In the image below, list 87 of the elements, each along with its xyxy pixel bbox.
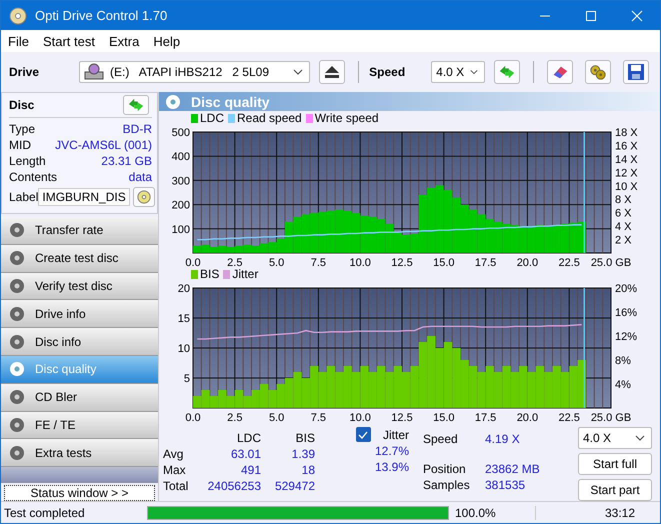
stat-value: 63.01	[230, 447, 261, 461]
info-label: Position	[423, 462, 467, 476]
axis-label: 10	[178, 343, 190, 355]
row-label: Max	[163, 463, 187, 477]
field-label: MID	[9, 138, 31, 152]
axis-label: 8%	[615, 355, 631, 367]
axis-label: 20.0	[516, 257, 538, 267]
axis-label: 17.5	[474, 412, 496, 423]
axis-label: 12.5	[391, 412, 413, 423]
axis-label: 12%	[615, 331, 638, 343]
panel-title: Disc quality	[191, 94, 270, 110]
legend-label: Jitter	[232, 267, 258, 281]
axis-label: 6 X	[615, 208, 632, 220]
axis-label: 15.0	[433, 257, 454, 267]
legend-label: Read speed	[237, 111, 302, 125]
axis-label: 100	[172, 224, 190, 236]
panel-title: Disc	[9, 98, 34, 112]
field-value: JVC-AMS6L (001)	[55, 138, 152, 152]
axis-label: 25.0 GB	[590, 412, 632, 423]
axis-label: 2.5	[227, 412, 242, 423]
axis-label: 10.0	[350, 257, 371, 267]
speed-label: Speed	[369, 65, 406, 79]
axis-label: 8 X	[615, 194, 632, 206]
axis-label: 300	[172, 175, 190, 188]
info-value: 23862 MB	[485, 462, 540, 476]
axis-label: 12 X	[615, 167, 638, 180]
axis-label: 400	[172, 151, 190, 164]
axis-label: 20.0	[516, 412, 538, 423]
field-label: Contents	[9, 170, 58, 184]
drive-label: Drive	[9, 65, 40, 79]
elapsed-time: 33:12	[604, 506, 636, 520]
column-header: LDC	[236, 431, 261, 445]
info-value: 4.19 X	[485, 432, 520, 446]
status-text: Test completed	[3, 506, 86, 520]
info-label: Samples	[423, 478, 471, 492]
axis-label: 5	[184, 373, 190, 385]
axis-label: 14 X	[615, 154, 638, 166]
field-value: BD-R	[122, 122, 152, 136]
axis-label: 15	[178, 313, 190, 325]
axis-label: 16 X	[615, 140, 638, 152]
stat-value: 13.9%	[374, 460, 409, 474]
stat-value: 24056253	[206, 479, 261, 493]
field-label: Label	[9, 190, 38, 204]
axis-label: 12.5	[391, 257, 413, 267]
axis-label: 4 X	[615, 221, 632, 234]
window-title: Opti Drive Control 1.70	[35, 8, 168, 23]
axis-label: 17.5	[474, 257, 496, 267]
stat-value: 1.39	[290, 447, 315, 461]
axis-label: 4%	[615, 379, 631, 391]
axis-label: 20%	[615, 283, 638, 295]
stat-value: 529472	[274, 479, 315, 493]
axis-label: 0.0	[185, 257, 201, 267]
axis-label: 500	[172, 127, 190, 139]
axis-label: 5.0	[268, 257, 284, 267]
field-value: data	[128, 170, 152, 184]
progress-percent: 100.0%	[449, 506, 536, 520]
axis-label: 10 X	[615, 180, 638, 193]
row-label: Total	[163, 479, 190, 493]
column-header: Jitter	[382, 428, 409, 442]
info-value: 381535	[485, 478, 526, 492]
row-label: Avg	[163, 447, 184, 461]
column-header: BIS	[294, 431, 315, 445]
axis-label: 7.5	[310, 412, 326, 423]
axis-label: 7.5	[310, 257, 326, 267]
axis-label: 10.0	[350, 412, 371, 423]
axis-label: 0.0	[185, 412, 201, 423]
axis-label: 22.5	[558, 257, 580, 267]
axis-label: 15.0	[433, 412, 454, 423]
field-value: 23.31 GB	[101, 154, 152, 168]
axis-label: 16%	[615, 307, 638, 319]
axis-label: 2.5	[227, 257, 242, 267]
field-label: Length	[9, 154, 46, 168]
stat-value: 12.7%	[374, 444, 409, 458]
axis-label: 25.0 GB	[590, 257, 632, 267]
field-label: Type	[9, 122, 36, 136]
stat-value: 18	[300, 463, 315, 477]
axis-label: 2 X	[615, 234, 632, 247]
axis-label: 200	[172, 200, 190, 212]
legend-label: Write speed	[314, 111, 379, 125]
info-label: Speed	[423, 432, 459, 446]
axis-label: 22.5	[558, 412, 580, 423]
axis-label: 20	[178, 283, 190, 295]
legend-label: BIS	[200, 267, 220, 281]
legend-label: LDC	[200, 111, 224, 125]
axis-label: 18 X	[615, 127, 638, 139]
stat-value: 491	[240, 463, 261, 477]
axis-label: 5.0	[268, 412, 284, 423]
